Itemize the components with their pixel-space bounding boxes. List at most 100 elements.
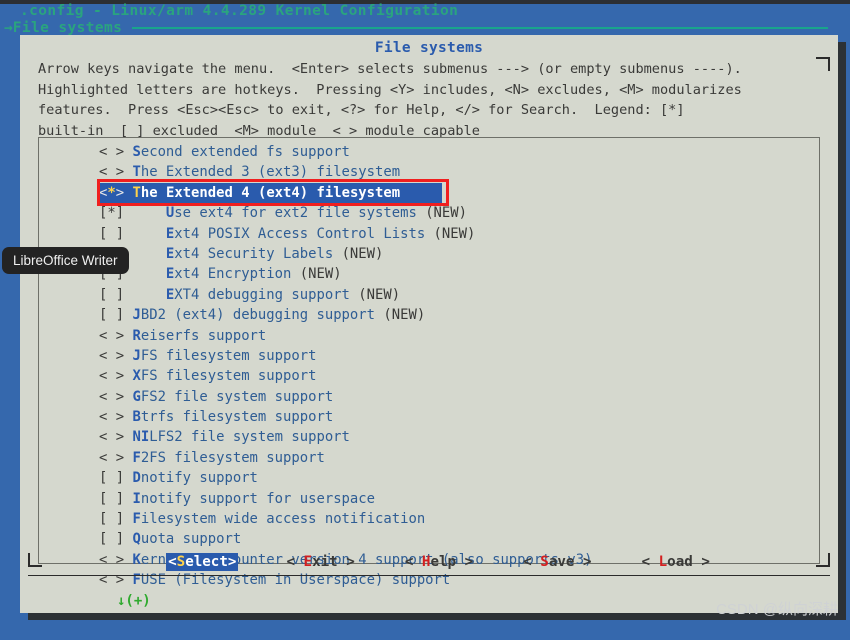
menu-row-hotkey: F: [132, 449, 141, 466]
menu-row-label: BD2 (ext4) debugging support: [140, 307, 376, 324]
menu-row-label: 2FS filesystem support: [140, 449, 325, 466]
taskbar-tooltip: LibreOffice Writer: [2, 247, 129, 274]
button-bracket-right: >: [574, 554, 592, 570]
menu-row[interactable]: [ ] Quota support: [39, 529, 819, 549]
button-hotkey: S: [540, 554, 549, 570]
button-exit[interactable]: < Exit >: [284, 553, 356, 571]
menu-row-marker: < >: [99, 409, 125, 426]
scroll-down-indicator[interactable]: ↓(+): [39, 591, 819, 611]
menu-row-hotkey: NI: [132, 429, 150, 446]
menuconfig-dialog: File systems Arrow keys navigate the men…: [20, 35, 838, 613]
menu-row-hotkey: R: [132, 327, 141, 344]
menu-row-new-tag: (NEW): [349, 286, 401, 303]
terminal-top-strip: .config - Linux/arm 4.4.289 Kernel Confi…: [0, 0, 850, 36]
button-bracket-right: >: [456, 554, 474, 570]
button-save[interactable]: < Save >: [521, 553, 593, 571]
button-hotkey: L: [658, 554, 668, 570]
menu-row[interactable]: < > Reiserfs support: [39, 326, 819, 346]
menu-row-marker: [*]: [99, 205, 125, 222]
menu-list[interactable]: < > Second extended fs support < > The Ex…: [39, 138, 819, 611]
menu-row-marker: [ ]: [99, 470, 125, 487]
menu-row-marker: < >: [99, 347, 125, 364]
menu-row[interactable]: [ ] Filesystem wide access notification: [39, 509, 819, 529]
menu-row[interactable]: < > F2FS filesystem support: [39, 448, 819, 468]
desktop-bottom-band: [0, 626, 850, 640]
menu-row-new-tag: (NEW): [416, 205, 468, 222]
breadcrumb-arrow-icon: →: [4, 20, 13, 36]
menu-list-box: < > Second extended fs support < > The Ex…: [38, 137, 820, 609]
menu-row-hotkey: F: [132, 511, 141, 528]
menu-row-marker: < >: [99, 164, 125, 181]
menu-row-label: uota support: [140, 531, 242, 548]
menu-row-indent: [124, 226, 166, 242]
breadcrumb-rule: [132, 27, 828, 29]
button-bracket-left: <: [168, 554, 177, 570]
menu-row[interactable]: < > JFS filesystem support: [39, 346, 819, 366]
menu-row-marker: [ ]: [99, 511, 125, 528]
menu-row-star-icon: *: [107, 184, 116, 201]
menu-row-label: notify support: [140, 470, 258, 487]
menu-row-new-tag: (NEW): [291, 266, 342, 283]
button-label: xit: [312, 554, 338, 570]
menu-row-indent: [124, 205, 166, 221]
menu-row[interactable]: < > The Extended 3 (ext3) filesystem: [39, 162, 819, 182]
button-select[interactable]: <Select>: [166, 553, 239, 571]
menu-row-label: eiserfs support: [140, 327, 267, 344]
menu-row[interactable]: < > Second extended fs support: [39, 142, 819, 162]
menu-row-marker: < >: [99, 429, 125, 446]
menu-row-hotkey: X: [132, 368, 141, 385]
menu-row-label: xt4 Encryption: [174, 266, 292, 283]
menu-row[interactable]: [ ] JBD2 (ext4) debugging support (NEW): [39, 305, 819, 325]
button-help[interactable]: < Help >: [403, 553, 475, 571]
screen: .config - Linux/arm 4.4.289 Kernel Confi…: [0, 0, 850, 640]
menu-row-label: XT4 debugging support: [174, 286, 350, 303]
menu-row[interactable]: <*> The Extended 4 (ext4) filesystem: [99, 182, 442, 204]
menu-row-label: econd extended fs support: [140, 144, 350, 160]
menu-row-hotkey: J: [132, 307, 141, 324]
button-hotkey: E: [303, 554, 313, 570]
menu-row-label: notify support for userspace: [140, 490, 376, 507]
button-bracket-left: <: [286, 554, 304, 570]
menu-row[interactable]: [ ] Ext4 POSIX Access Control Lists (NEW…: [39, 224, 819, 244]
menu-row[interactable]: < > XFS filesystem support: [39, 366, 819, 386]
button-bracket-right: >: [337, 554, 355, 570]
dialog-title: File systems: [374, 40, 484, 56]
menu-row-label: he Extended 3 (ext3) filesystem: [140, 164, 401, 181]
menu-row-new-tag: (NEW): [333, 245, 384, 262]
menu-row[interactable]: [ ] Dnotify support: [39, 468, 819, 488]
menu-row-label: LFS2 file system support: [149, 429, 350, 446]
menu-row-label: xt4 Security Labels: [174, 245, 334, 262]
menu-row[interactable]: < > FUSE (Filesystem in Userspace) suppo…: [39, 570, 819, 590]
menu-row-hotkey: T: [132, 184, 141, 201]
menu-row-label: se ext4 for ext2 file systems: [174, 205, 417, 222]
menu-row[interactable]: [ ] EXT4 debugging support (NEW): [39, 285, 819, 305]
button-bracket-left: <: [523, 554, 541, 570]
menu-row-indent: [124, 287, 166, 303]
help-text: Arrow keys navigate the menu. <Enter> se…: [38, 61, 742, 139]
menu-row-hotkey: I: [132, 490, 141, 507]
menu-row-marker: < >: [99, 144, 125, 160]
menu-row-marker: [ ]: [99, 531, 125, 548]
menu-row-new-tag: (NEW): [375, 307, 426, 324]
breadcrumb: → File systems: [4, 20, 844, 36]
menu-row[interactable]: < > NILFS2 file system support: [39, 427, 819, 447]
menu-row-hotkey: S: [132, 144, 141, 160]
menu-row-indent: [124, 246, 166, 262]
menu-row[interactable]: [ ] Ext4 Security Labels (NEW): [39, 244, 819, 264]
menu-row-label: trfs filesystem support: [140, 409, 334, 426]
menu-row[interactable]: < > GFS2 file system support: [39, 387, 819, 407]
config-title: .config - Linux/arm 4.4.289 Kernel Confi…: [20, 3, 459, 19]
button-hotkey: S: [176, 554, 186, 570]
button-bracket-right: >: [227, 554, 237, 570]
menu-row[interactable]: < > Btrfs filesystem support: [39, 407, 819, 427]
button-bar: <Select> < Exit > < Help > < Save > < Load >: [20, 553, 838, 571]
menu-row[interactable]: [ ] Ext4 Encryption (NEW): [39, 264, 819, 284]
menu-row-hotkey: B: [132, 409, 141, 426]
menu-row-hotkey: G: [132, 388, 141, 405]
menu-row-marker: < >: [99, 388, 125, 405]
menu-row-label: ilesystem wide access notification: [140, 511, 426, 528]
menu-row[interactable]: [ ] Inotify support for userspace: [39, 489, 819, 509]
menu-row-marker: < >: [99, 449, 125, 466]
menu-row[interactable]: [*] Use ext4 for ext2 file systems (NEW): [39, 203, 819, 223]
button-load[interactable]: < Load >: [640, 553, 712, 571]
